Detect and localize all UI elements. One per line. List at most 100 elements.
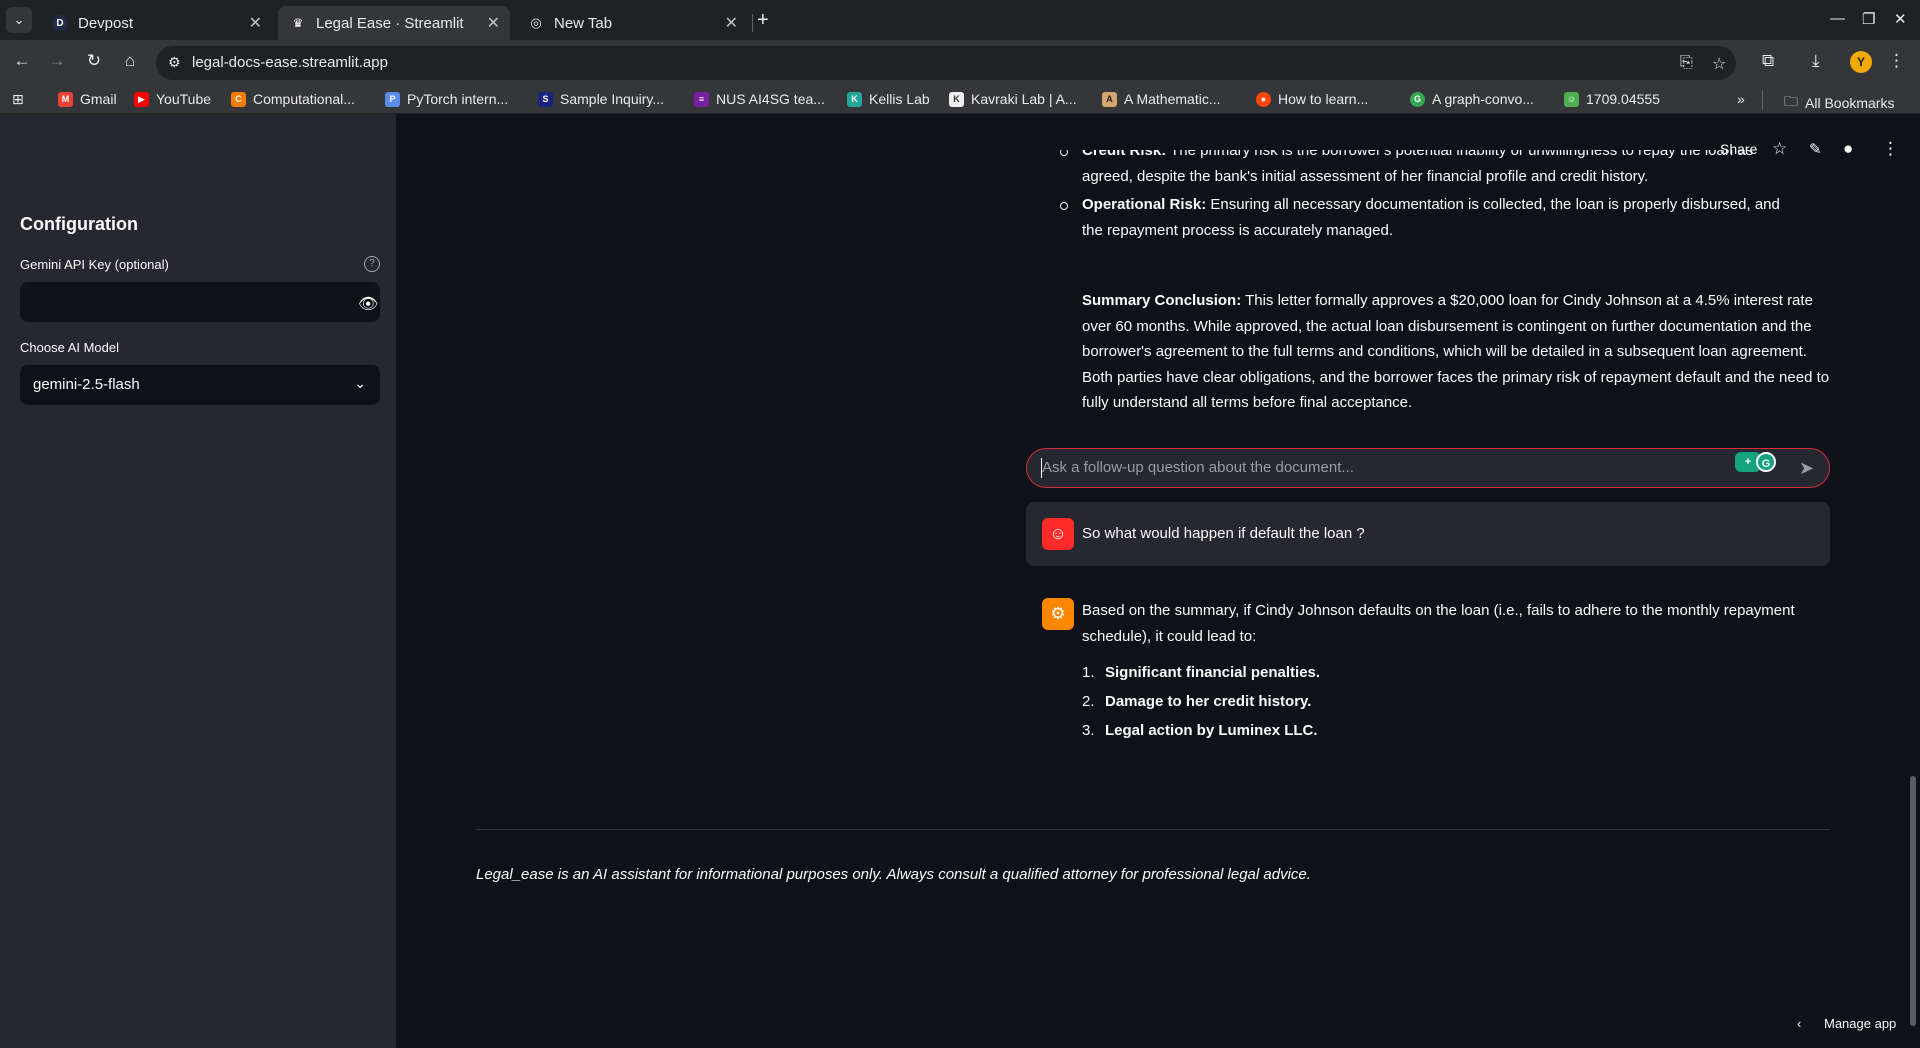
user-chat-message: ☺ So what would happen if default the lo… [1026, 502, 1830, 566]
bookmark-computational[interactable]: C Computational... [231, 91, 355, 107]
tab-search-button[interactable]: ⌄ [6, 7, 32, 33]
edit-pencil-icon[interactable]: ✎ [1809, 140, 1822, 158]
chevron-down-icon: ⌄ [354, 375, 366, 391]
list-number: 2. [1082, 693, 1095, 710]
manage-app-label: Manage app [1824, 1016, 1897, 1031]
model-selected-value: gemini-2.5-flash [33, 376, 140, 393]
bullet-label: Credit Risk: [1082, 142, 1167, 159]
sidebar: Configuration Gemini API Key (optional) … [0, 114, 396, 1048]
restore-icon[interactable]: ❐ [1862, 10, 1875, 28]
summary-conclusion: Summary Conclusion: This letter formally… [1082, 288, 1832, 416]
profile-avatar[interactable]: Y [1850, 51, 1872, 73]
list-item-text: Legal action by Luminex LLC. [1105, 722, 1318, 739]
reload-icon[interactable]: ↻ [82, 51, 106, 71]
install-app-icon[interactable]: ⎘ [1680, 54, 1693, 72]
api-key-input[interactable]: 👁 [20, 282, 380, 322]
tab-legal-ease[interactable]: ♛ Legal Ease · Streamlit ✕ [278, 6, 510, 40]
all-bookmarks-label: All Bookmarks [1805, 95, 1895, 111]
manage-app-button[interactable]: Manage app [1824, 1016, 1896, 1031]
bookmark-a-mathematic[interactable]: A A Mathematic... [1102, 91, 1220, 107]
apps-grid-icon[interactable]: ⊞ [12, 91, 24, 108]
github-icon[interactable]: ● [1843, 139, 1853, 159]
home-icon[interactable]: ⌂ [118, 51, 142, 71]
bookmark-separator [1762, 90, 1763, 110]
bookmark-how-to-learn[interactable]: ● How to learn... [1256, 91, 1368, 107]
youtube-icon: ▶ [134, 91, 149, 107]
forward-icon[interactable]: → [45, 51, 69, 71]
bullet-text: The primary risk is the borrower's poten… [1082, 142, 1754, 185]
model-select[interactable]: gemini-2.5-flash ⌄ [20, 365, 380, 405]
bookmark-label: How to learn... [1278, 91, 1369, 107]
credit-risk-bullet: Credit Risk: The primary risk is the bor… [1036, 142, 1786, 189]
bookmark-favicon-icon: A [1102, 91, 1117, 107]
close-tab-icon[interactable]: ✕ [487, 13, 500, 33]
tab-title: Devpost [78, 14, 134, 32]
assistant-avatar-icon: ⚙ [1042, 598, 1074, 630]
bookmark-label: 1709.04555 [1586, 91, 1660, 107]
chat-input[interactable]: Ask a follow-up question about the docum… [1026, 448, 1830, 488]
list-item: 2. Damage to her credit history. [1082, 693, 1320, 722]
devpost-favicon-icon: D [52, 15, 68, 31]
downloads-icon[interactable]: ⤓ [1812, 51, 1820, 71]
reddit-icon: ● [1256, 91, 1271, 107]
chrome-menu-icon[interactable]: ⋮ [1888, 51, 1905, 71]
tab-devpost[interactable]: D Devpost ✕ [40, 6, 272, 40]
list-item: 1. Significant financial penalties. [1082, 664, 1320, 693]
bookmark-favicon-icon: K [847, 91, 862, 107]
user-message-text: So what would happen if default the loan… [1082, 525, 1365, 542]
address-bar[interactable]: ⚙ legal-docs-ease.streamlit.app ⎘ ☆ [156, 46, 1736, 80]
folder-icon: 🗀 [1784, 93, 1798, 109]
summary-label: Summary Conclusion: [1082, 292, 1242, 309]
send-icon[interactable]: ➤ [1799, 458, 1814, 479]
bookmark-label: A Mathematic... [1124, 91, 1221, 107]
close-window-icon[interactable]: ✕ [1894, 10, 1907, 28]
new-tab-icon[interactable]: + [757, 9, 769, 32]
back-icon[interactable]: ← [10, 51, 34, 71]
bookmark-label: PyTorch intern... [407, 91, 509, 107]
help-icon[interactable]: ? [364, 256, 380, 272]
assistant-message-text: Based on the summary, if Cindy Johnson d… [1082, 602, 1795, 645]
tab-new-tab[interactable]: ◎ New Tab ✕ [516, 6, 748, 40]
assistant-points-list: 1. Significant financial penalties. 2. Dam… [1082, 664, 1320, 751]
minimize-icon[interactable]: — [1830, 10, 1845, 27]
close-tab-icon[interactable]: ✕ [725, 13, 738, 33]
footer-divider [476, 829, 1830, 830]
bookmark-nus-ai4sg[interactable]: ≡ NUS AI4SG tea... [694, 91, 825, 107]
bookmark-favicon-icon: ☺ [1564, 91, 1579, 107]
scrollbar-thumb[interactable] [1910, 776, 1916, 1026]
grammarly-icon[interactable]: G [1756, 452, 1776, 472]
bullet-label: Operational Risk: [1082, 196, 1207, 213]
bookmark-label: Computational... [253, 91, 355, 107]
bookmark-star-icon[interactable]: ☆ [1712, 54, 1726, 74]
sidebar-title: Configuration [20, 214, 138, 234]
bookmark-favicon-icon: S [538, 91, 553, 107]
gmail-icon: M [58, 91, 73, 107]
list-number: 1. [1082, 664, 1095, 681]
bookmark-1709-04555[interactable]: ☺ 1709.04555 [1564, 91, 1660, 107]
bookmark-label: YouTube [156, 91, 212, 107]
bookmark-graph-convo[interactable]: G A graph-convo... [1410, 91, 1534, 107]
show-password-eye-icon[interactable]: 👁 [358, 294, 378, 314]
extensions-icon[interactable]: ⧉ [1762, 51, 1774, 71]
site-info-icon[interactable]: ⚙ [168, 54, 181, 71]
bookmark-sample-inquiry[interactable]: S Sample Inquiry... [538, 91, 664, 107]
bookmark-gmail[interactable]: M Gmail [58, 91, 117, 107]
bookmark-favicon-icon: C [231, 91, 246, 107]
bookmark-label: Sample Inquiry... [560, 91, 665, 107]
tab-title: New Tab [554, 14, 613, 32]
close-tab-icon[interactable]: ✕ [249, 13, 262, 33]
bookmark-kellis-lab[interactable]: K Kellis Lab [847, 91, 930, 107]
bookmark-pytorch[interactable]: P PyTorch intern... [385, 91, 508, 107]
browser-toolbar: ← → ↻ ⌂ ⚙ legal-docs-ease.streamlit.app … [0, 40, 1920, 86]
bookmark-youtube[interactable]: ▶ YouTube [134, 91, 211, 107]
streamlit-favicon-icon: ♛ [292, 16, 304, 30]
all-bookmarks-folder[interactable]: 🗀 All Bookmarks [1784, 91, 1894, 115]
main-menu-icon[interactable]: ⋮ [1882, 139, 1899, 159]
bookmark-kavraki-lab[interactable]: K Kavraki Lab | A... [949, 91, 1077, 107]
list-item-text: Damage to her credit history. [1105, 693, 1312, 710]
disclaimer-text: Legal_ease is an AI assistant for inform… [476, 866, 1311, 883]
browser-tab-bar: ⌄ D Devpost ✕ ♛ Legal Ease · Streamlit ✕… [0, 0, 1920, 40]
tab-separator [752, 14, 753, 32]
more-bookmarks-icon[interactable]: » [1737, 91, 1745, 107]
chevron-left-icon[interactable]: ‹ [1797, 1016, 1801, 1031]
